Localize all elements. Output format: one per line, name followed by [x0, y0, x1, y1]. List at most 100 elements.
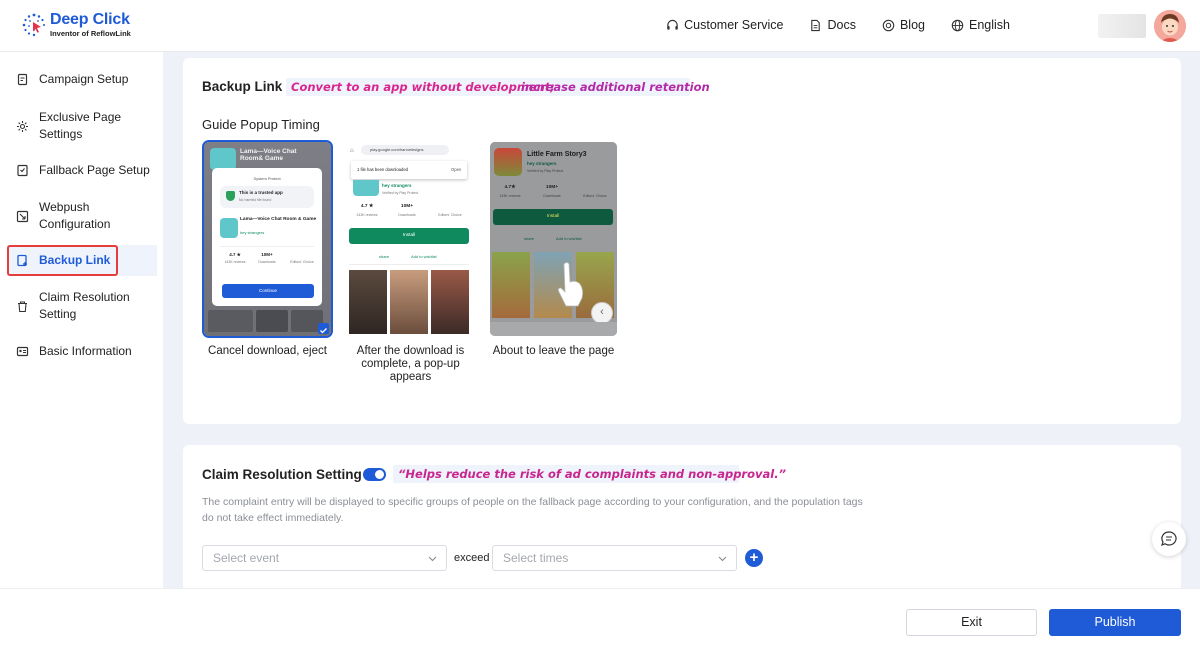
chat-support-button[interactable] — [1152, 522, 1186, 556]
sidebar-item-label: Backup Link — [39, 253, 111, 267]
mock2-dev: hey strangers — [382, 183, 412, 188]
home-icon: ⌂ — [350, 148, 354, 154]
mock2-wishlist: Add to wishlist — [411, 254, 437, 259]
mock2-rating-sub: 143K reviews — [356, 213, 378, 217]
guide-popup-timing-title: Guide Popup Timing — [202, 117, 320, 132]
username-redacted[interactable] — [1098, 14, 1146, 38]
footer-actions: Exit Publish — [0, 588, 1200, 654]
sidebar-item-label: Webpush Configuration — [39, 200, 111, 231]
document-icon — [17, 73, 28, 85]
backup-link-card: Backup Link Convert to an app without de… — [183, 58, 1181, 424]
plus-icon: + — [749, 549, 759, 566]
doc-icon — [811, 19, 821, 31]
sidebar-item-claim-resolution-setting[interactable]: Claim Resolution Setting — [7, 288, 157, 324]
lama-app-icon — [210, 148, 236, 170]
mock2-editors: Editors' Choice — [438, 213, 462, 217]
option-label: Cancel download, eject — [208, 345, 327, 357]
option-after-download[interactable]: ⌂ play.google.com/hannelesigns 1 file ha… — [347, 142, 474, 336]
sidebar-item-backup-link[interactable]: Backup Link — [7, 245, 157, 276]
trash-icon — [18, 300, 27, 312]
select-event-dropdown[interactable]: Select event — [202, 545, 447, 571]
sidebar-item-basic-information[interactable]: Basic Information — [7, 342, 157, 360]
select-event-placeholder: Select event — [213, 551, 280, 565]
claim-description: The complaint entry will be displayed to… — [202, 496, 863, 524]
nav-language-label: English — [969, 18, 1010, 32]
mock3-share: share — [524, 236, 535, 241]
chevron-left-icon: ‹ — [591, 302, 613, 324]
exceed-label: exceed — [454, 552, 490, 564]
lama-app-icon-small — [220, 218, 238, 238]
option-label: About to leave the page — [492, 345, 615, 357]
chevron-down-icon — [718, 556, 727, 562]
mock2-share: share — [379, 254, 390, 259]
chat-bubble-icon — [1161, 531, 1177, 547]
avatar[interactable] — [1154, 10, 1186, 42]
claim-resolution-toggle[interactable] — [363, 468, 386, 481]
mock3-dev: hey strangers — [527, 161, 557, 166]
select-times-dropdown[interactable]: Select times — [492, 545, 737, 571]
settings-icon — [17, 120, 28, 132]
sidebar-item-webpush-configuration[interactable]: Webpush Configuration — [7, 198, 157, 234]
add-rule-button[interactable]: + — [745, 549, 763, 567]
option-leave-page[interactable]: Little Farm Story3 hey strangers Verifie… — [490, 142, 617, 336]
option-label: After the download is complete, a pop-up… — [356, 345, 465, 383]
brand-name: Deep Click — [50, 11, 130, 28]
backup-link-title: Backup Link — [202, 79, 283, 94]
selected-check-icon — [318, 323, 329, 334]
mock3-verified: Verified by Play Protect — [527, 169, 564, 173]
mock2-downloads: 10M+ — [400, 204, 414, 209]
mock2-url-bar: play.google.com/hannelesigns — [361, 145, 449, 155]
publish-button[interactable]: Publish — [1049, 609, 1181, 636]
sidebar-item-label: Basic Information — [39, 343, 132, 358]
nav-blog[interactable]: Blog — [882, 18, 925, 32]
mock1-dev: hey strangers — [240, 230, 265, 235]
shield-icon — [226, 191, 235, 201]
globe-icon — [951, 19, 964, 31]
farm-app-icon — [494, 148, 522, 176]
mock1-rating: 4.7 ★ — [229, 252, 241, 257]
nav-language[interactable]: English — [951, 18, 1010, 32]
nav-docs[interactable]: Docs — [809, 18, 856, 32]
mock3-wishlist: Add to wishlist — [556, 236, 582, 241]
mock3-downloads: 10M+ — [545, 185, 559, 190]
select-times-placeholder: Select times — [503, 551, 569, 565]
top-header: Deep Click Inventor of ReflowLink Custom… — [0, 0, 1200, 52]
blog-icon — [882, 19, 895, 31]
mock1-app-name: Lama—Voice Chat Room& Game — [240, 148, 297, 162]
mock2-downloads-sub: Downloads — [398, 213, 416, 217]
lama-app-icon — [353, 180, 379, 196]
claim-resolution-card: Claim Resolution Setting “Helps reduce t… — [183, 445, 1181, 605]
mock1-downloads-sub: Downloads — [258, 260, 276, 264]
mock2-downloaded-text: 1 file has been downloaded — [357, 167, 408, 172]
nav-blog-label: Blog — [899, 18, 925, 32]
mock3-editors: Editors' Choice — [583, 194, 607, 198]
mock2-verified: Verified by Play Protect — [382, 191, 419, 195]
brand-tagline: Inventor of ReflowLink — [50, 29, 131, 38]
fallback-icon — [17, 164, 28, 176]
mock1-app-title: Lama—Voice Chat Room & Game — [240, 217, 317, 222]
pointer-hand-icon — [556, 260, 586, 310]
nav-docs-label: Docs — [827, 18, 856, 32]
sidebar-item-label: Exclusive Page Settings — [39, 110, 122, 141]
exit-button[interactable]: Exit — [906, 609, 1037, 636]
sidebar-item-campaign-setup[interactable]: Campaign Setup — [7, 70, 157, 88]
option-cancel-download[interactable]: Lama—Voice Chat Room& Game System Protec… — [202, 140, 333, 338]
id-card-icon — [16, 346, 29, 356]
deep-click-logo-icon — [22, 13, 46, 37]
nav-customer-service[interactable]: Customer Service — [666, 18, 783, 32]
backup-tagline-left: Convert to an app without development; — [291, 80, 555, 94]
brand-logo[interactable]: Deep Click Inventor of ReflowLink — [22, 12, 131, 38]
mock3-rating: 4.7★ — [504, 185, 516, 190]
sidebar-item-exclusive-page-settings[interactable]: Exclusive Page Settings — [7, 108, 157, 144]
sidebar-item-fallback-page-setup[interactable]: Fallback Page Setup — [7, 161, 157, 179]
nav-customer-service-label: Customer Service — [684, 18, 784, 32]
sidebar-item-label: Fallback Page Setup — [39, 162, 150, 177]
mock1-trusted-title: This is a trusted app — [239, 190, 283, 195]
mock2-open-link: Open — [451, 167, 462, 172]
mock2-install-button: Install — [349, 228, 469, 244]
sidebar: Campaign Setup Exclusive Page Settings F… — [0, 52, 163, 654]
mock3-app-name: Little Farm Story3 — [527, 151, 587, 158]
system-protect-dialog: System Protect This is a trusted app No … — [212, 168, 322, 306]
claim-resolution-title: Claim Resolution Setting — [202, 467, 362, 482]
mock3-install-button: Install — [493, 209, 613, 225]
